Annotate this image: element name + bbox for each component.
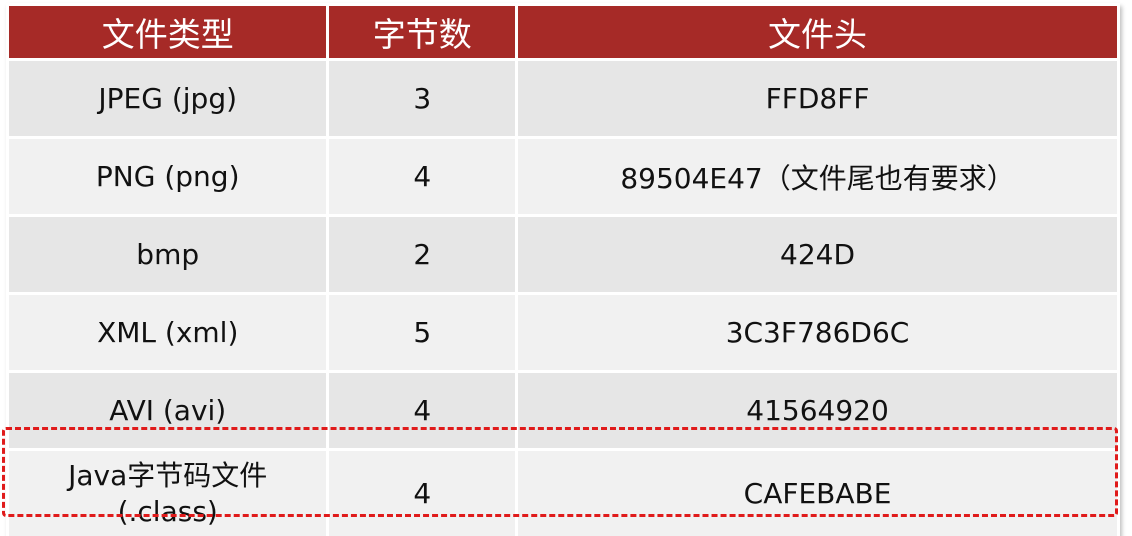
cell-file-type: JPEG (jpg) [9,61,327,136]
table-row-highlighted: Java字节码文件 (.class) 4 CAFEBABE [9,451,1117,536]
file-signature-table: 文件类型 字节数 文件头 JPEG (jpg) 3 FFD8FF PNG (pn… [6,3,1120,536]
cell-file-type: PNG (png) [9,139,327,214]
table-row: XML (xml) 5 3C3F786D6C [9,295,1117,370]
cell-file-type: Java字节码文件 (.class) [9,451,327,536]
header-file-magic: 文件头 [518,6,1117,58]
slide: 文件类型 字节数 文件头 JPEG (jpg) 3 FFD8FF PNG (pn… [0,0,1132,536]
table-row: JPEG (jpg) 3 FFD8FF [9,61,1117,136]
cell-byte-count: 4 [329,139,516,214]
table-row: PNG (png) 4 89504E47（文件尾也有要求） [9,139,1117,214]
cell-file-magic: 41564920 [518,373,1117,448]
cell-file-type: XML (xml) [9,295,327,370]
cell-file-magic: FFD8FF [518,61,1117,136]
cell-file-magic: 3C3F786D6C [518,295,1117,370]
cell-byte-count: 5 [329,295,516,370]
table-row: bmp 2 424D [9,217,1117,292]
cell-byte-count: 4 [329,373,516,448]
cell-file-type: bmp [9,217,327,292]
cell-byte-count: 3 [329,61,516,136]
header-file-type: 文件类型 [9,6,327,58]
cell-file-magic: 424D [518,217,1117,292]
cell-byte-count: 4 [329,451,516,536]
cell-byte-count: 2 [329,217,516,292]
cell-file-magic: CAFEBABE [518,451,1117,536]
cell-file-magic: 89504E47（文件尾也有要求） [518,139,1117,214]
cell-file-type-line1: Java字节码文件 [68,459,268,492]
table-row: AVI (avi) 4 41564920 [9,373,1117,448]
cell-file-type-line2: (.class) [117,495,218,528]
table-header-row: 文件类型 字节数 文件头 [9,6,1117,58]
header-byte-count: 字节数 [329,6,516,58]
cell-file-type: AVI (avi) [9,373,327,448]
